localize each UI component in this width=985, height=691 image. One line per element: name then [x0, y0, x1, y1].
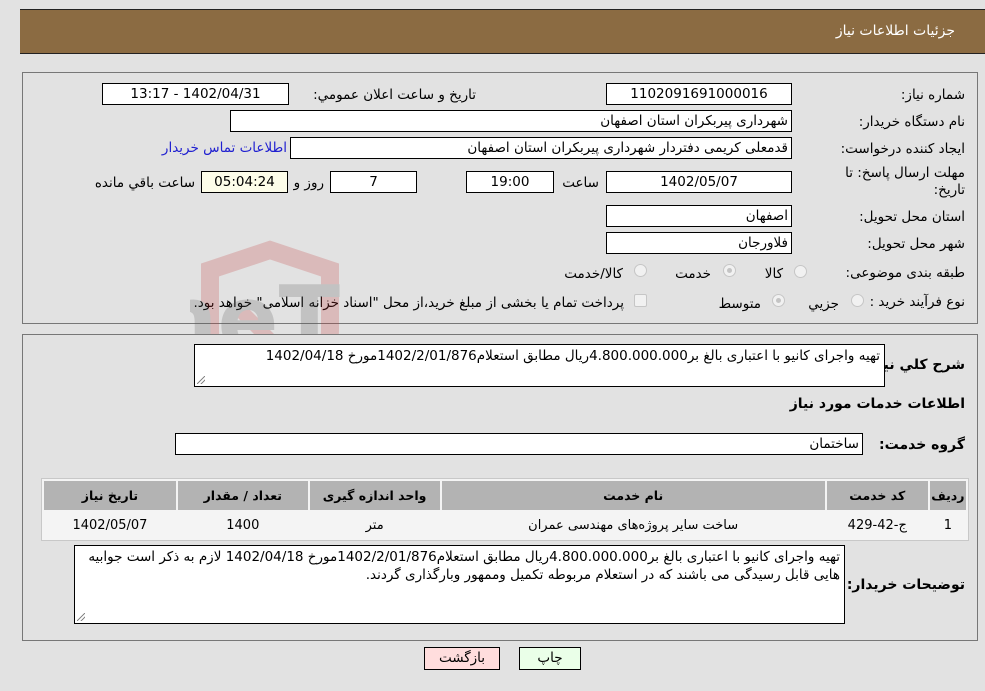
city-field: فلاورجان	[606, 232, 792, 254]
category-radio-goods-service[interactable]	[634, 264, 647, 277]
need-number-label: شماره نیاز:	[900, 87, 965, 103]
need-description-panel: شرح كلي نياز: تهیه واجرای کانیو با اعتبا…	[22, 334, 978, 641]
process-radio-medium[interactable]	[772, 294, 785, 307]
deadline-date-field: 1402/05/07	[606, 171, 792, 193]
summary-text: تهیه واجرای کانیو با اعتباری بالغ بر4.80…	[265, 348, 880, 364]
category-label: طبقه بندی موضوعی:	[845, 265, 965, 281]
service-group-label: گروه خدمت:	[879, 437, 965, 453]
remaining-time-field: 05:04:24	[201, 171, 288, 193]
print-button[interactable]: چاپ	[519, 647, 581, 670]
cell-row-number: 1	[929, 512, 966, 538]
days-label: روز و	[293, 175, 324, 191]
buyer-notes-textarea[interactable]: تهیه واجرای کانیو با اعتباری بالغ بر4.80…	[74, 545, 845, 624]
services-section-title: اطلاعات خدمات مورد نیاز	[789, 396, 965, 412]
city-label: شهر محل تحویل:	[867, 236, 965, 252]
col-quantity: تعداد / مقدار	[177, 481, 308, 510]
buyer-notes-label: توضیحات خریدار:	[846, 577, 965, 593]
category-radio-service[interactable]	[723, 264, 736, 277]
announce-label: تاریخ و ساعت اعلان عمومي:	[313, 87, 476, 103]
back-button[interactable]: بازگشت	[424, 647, 500, 670]
col-need-date: تاریخ نیاز	[44, 481, 176, 510]
cell-quantity: 1400	[177, 512, 308, 538]
treasury-checkbox[interactable]	[634, 294, 647, 307]
service-group-field: ساختمان	[175, 433, 863, 455]
remaining-label: ساعت باقي مانده	[94, 175, 195, 191]
need-details-panel: شماره نیاز: 1102091691000016 تاریخ و ساع…	[22, 72, 978, 324]
process-radio-minor[interactable]	[851, 294, 864, 307]
buyer-notes-text: تهیه واجرای کانیو با اعتباری بالغ بر4.80…	[88, 549, 840, 583]
cell-need-date: 1402/05/07	[44, 512, 176, 538]
summary-textarea[interactable]: تهیه واجرای کانیو با اعتباری بالغ بر4.80…	[194, 344, 885, 387]
resize-grip-icon[interactable]	[77, 613, 85, 621]
col-service-name: نام خدمت	[441, 481, 825, 510]
cell-unit: متر	[309, 512, 440, 538]
page-title: جزئیات اطلاعات نیاز	[835, 23, 955, 39]
requester-field: قدمعلی کریمی دفتردار شهرداری پیربکران اس…	[290, 137, 792, 159]
announce-datetime-field: 1402/04/31 - 13:17	[102, 83, 289, 105]
cell-service-name: ساخت سایر پروژه‌های مهندسی عمران	[441, 512, 825, 538]
services-table-header: ردیف کد خدمت نام خدمت واحد اندازه گیری ت…	[44, 481, 966, 510]
process-label: نوع فرآیند خرید :	[869, 294, 965, 310]
process-option-medium: متوسط	[718, 296, 761, 312]
treasury-checkbox-label: پرداخت تمام یا بخشی از مبلغ خرید،از محل …	[193, 295, 624, 311]
table-row: 1 ج-42-429 ساخت سایر پروژه‌های مهندسی عم…	[44, 512, 966, 538]
buyer-org-label: نام دستگاه خریدار:	[858, 114, 965, 130]
requester-label: ایجاد کننده درخواست:	[840, 141, 965, 157]
page-header: جزئیات اطلاعات نیاز	[20, 9, 985, 54]
category-radio-goods[interactable]	[794, 265, 807, 278]
services-table: ردیف کد خدمت نام خدمت واحد اندازه گیری ت…	[41, 478, 969, 541]
col-row-number: ردیف	[929, 481, 966, 510]
process-option-minor: جزيي	[808, 296, 839, 312]
category-option-goods-service: کالا/خدمت	[564, 266, 623, 282]
category-option-service: خدمت	[675, 266, 711, 282]
time-label: ساعت	[562, 175, 599, 191]
col-unit: واحد اندازه گیری	[309, 481, 440, 510]
category-option-goods: کالا	[764, 266, 783, 282]
days-field: 7	[330, 171, 417, 193]
buyer-org-field: شهرداری پیربکران استان اصفهان	[230, 110, 792, 132]
province-label: استان محل تحویل:	[859, 209, 965, 225]
deadline-label: مهلت ارسال پاسخ: تا تاریخ:	[845, 165, 965, 198]
resize-grip-icon[interactable]	[197, 376, 205, 384]
buyer-contact-link[interactable]: اطلاعات تماس خریدار	[162, 140, 287, 156]
province-field: اصفهان	[606, 205, 792, 227]
need-number-field: 1102091691000016	[606, 83, 792, 105]
col-service-code: کد خدمت	[826, 481, 928, 510]
deadline-time-field: 19:00	[466, 171, 554, 193]
cell-service-code: ج-42-429	[826, 512, 928, 538]
